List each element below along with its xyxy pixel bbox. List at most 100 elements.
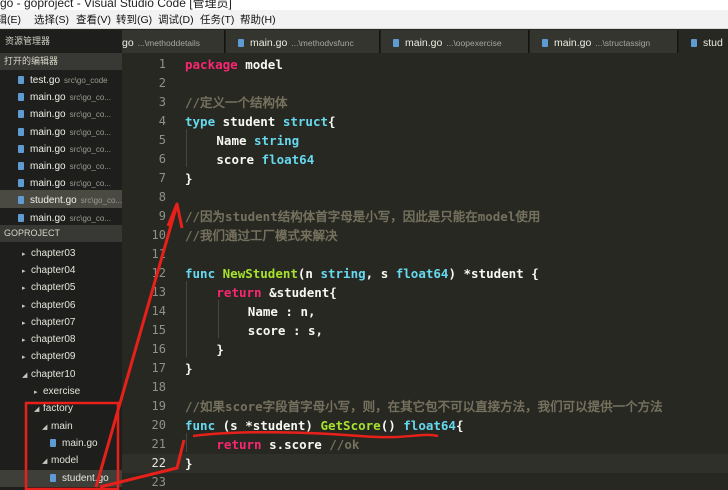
line-number: 12 xyxy=(151,266,166,280)
tab-path: ...\methodvsfunc xyxy=(291,38,354,48)
code-line[interactable]: 15 score : s, xyxy=(122,321,728,340)
open-editor-name: main.go xyxy=(30,212,66,224)
menu-bar: 编辑(E) 选择(S) 查看(V) 转到(G) 调试(D) 任务(T) 帮助(H… xyxy=(0,10,728,29)
menu-debug[interactable]: 调试(D) xyxy=(158,12,194,27)
open-editor-name: student.go xyxy=(30,195,77,207)
code-line[interactable]: 13 return &student{ xyxy=(122,283,728,302)
open-editor-item[interactable]: main.go src\go_co... xyxy=(0,122,122,139)
go-file-icon xyxy=(542,39,548,47)
menu-goto[interactable]: 转到(G) xyxy=(116,12,152,27)
code-line[interactable]: 7} xyxy=(122,169,728,188)
code-line[interactable]: 10 //我们通过工厂模式来解决 xyxy=(122,226,728,245)
window-title: go - goproject - Visual Studio Code [管理员… xyxy=(0,0,232,10)
tab-name: stud xyxy=(703,37,723,49)
tab-name: main.go xyxy=(554,37,592,49)
code-text: //如果score字段首字母小写，则，在其它包不可以直接方法，我们可以提供一个方… xyxy=(185,399,663,414)
go-file-icon xyxy=(18,127,24,136)
menu-edit[interactable]: 编辑(E) xyxy=(0,12,21,27)
code-line[interactable]: 2 xyxy=(122,74,728,93)
tree-label: factory xyxy=(43,403,74,415)
code-text: score : s, xyxy=(247,323,324,338)
open-editor-item[interactable]: main.go src\go_co... xyxy=(0,104,122,121)
code-line[interactable]: 21 return s.score //ok xyxy=(122,435,728,454)
open-editor-item[interactable]: main.go src\go_co... xyxy=(0,173,122,190)
code-line[interactable]: 23 xyxy=(122,473,728,490)
open-editor-item[interactable]: main.go src\go_co... xyxy=(0,139,122,156)
tree-file-active[interactable]: student.go xyxy=(0,469,122,487)
code-line[interactable]: 11 xyxy=(122,245,728,264)
line-number: 6 xyxy=(158,152,166,166)
open-editor-path: src\go_co... xyxy=(69,179,111,189)
tree-folder[interactable]: ▸ chapter09 xyxy=(0,348,122,365)
open-editor-name: main.go xyxy=(30,178,66,190)
code-line[interactable]: 5 Name string xyxy=(122,131,728,150)
code-line[interactable]: 19 //如果score字段首字母小写，则，在其它包不可以直接方法，我们可以提供一… xyxy=(122,397,728,416)
code-line[interactable]: 16} xyxy=(122,340,728,359)
tree-folder-expanded[interactable]: ◢ factory xyxy=(0,400,122,417)
code-text: //定义一个结构体 xyxy=(185,95,288,110)
tree-label: exercise xyxy=(43,386,81,398)
go-file-icon xyxy=(18,93,24,102)
go-file-icon xyxy=(18,144,24,153)
menu-help[interactable]: 帮助(H) xyxy=(240,12,276,27)
tab-methoddetails[interactable]: go ...\methoddetails xyxy=(122,30,225,53)
tree-label: chapter04 xyxy=(31,264,76,276)
code-text: } xyxy=(185,361,193,376)
menu-selection[interactable]: 选择(S) xyxy=(34,12,69,27)
tab-path: ...\methoddetails xyxy=(137,38,201,48)
code-editor[interactable]: 1 package model 2 3//定义一个结构体 4 type student s… xyxy=(122,53,728,490)
chevron-right-icon: ▸ xyxy=(22,337,26,345)
open-editor-item-active[interactable]: student.go src\go_co... xyxy=(0,190,122,208)
menu-tasks[interactable]: 任务(T) xyxy=(200,12,234,27)
tree-folder[interactable]: ▸ chapter07 xyxy=(0,314,122,331)
code-line[interactable]: 20 func (s *student) GetScore() float64{ xyxy=(122,416,728,435)
chevron-right-icon: ▸ xyxy=(22,267,26,275)
code-line[interactable]: 12 func NewStudent(n string, s float64) *… xyxy=(122,264,728,283)
open-editor-item[interactable]: main.go src\go_co... xyxy=(0,208,122,225)
tree-folder-expanded[interactable]: ◢ model xyxy=(0,452,122,469)
chevron-right-icon: ▸ xyxy=(22,319,26,327)
code-line[interactable]: 1 package model xyxy=(122,55,728,74)
tree-folder[interactable]: ▸ chapter08 xyxy=(0,331,122,348)
tree-folder[interactable]: ▸ chapter05 xyxy=(0,279,122,296)
line-number: 17 xyxy=(151,361,166,375)
line-number: 22 xyxy=(151,456,166,470)
code-line[interactable]: 4 type student struct{ xyxy=(122,112,728,131)
code-text: } xyxy=(185,456,193,471)
tab-methodvsfunc[interactable]: main.go ...\methodvsfunc xyxy=(226,30,380,53)
tree-folder[interactable]: ▸ chapter04 xyxy=(0,262,122,279)
go-file-icon xyxy=(18,76,24,84)
open-editor-item[interactable]: main.go src\go_co... xyxy=(0,87,122,104)
tree-label: chapter07 xyxy=(31,316,76,328)
code-line[interactable]: 14 Name : n, xyxy=(122,302,728,321)
code-line[interactable]: 17} xyxy=(122,359,728,378)
code-line[interactable]: 22} xyxy=(122,454,728,473)
code-line[interactable]: 6 score float64 xyxy=(122,150,728,169)
tree-folder[interactable]: ▸ exercise xyxy=(0,383,122,400)
project-header[interactable]: GOPROJECT xyxy=(0,224,122,242)
code-line[interactable]: 3 //定义一个结构体 xyxy=(122,93,728,112)
tree-label: chapter10 xyxy=(31,368,76,380)
code-line[interactable]: 18 xyxy=(122,378,728,397)
tree-folder-expanded[interactable]: ◢ main xyxy=(0,418,122,435)
menu-view[interactable]: 查看(V) xyxy=(76,12,111,27)
code-line[interactable]: 9 //因为student结构体首字母是小写，因此是只能在model使用 xyxy=(122,207,728,226)
go-file-icon xyxy=(18,110,24,119)
tree-label: chapter05 xyxy=(31,282,76,294)
code-text: package model xyxy=(185,57,283,72)
open-editor-item[interactable]: test.go src\go_code xyxy=(0,70,122,87)
tree-folder[interactable]: ▸ chapter06 xyxy=(0,297,122,314)
open-editors-header[interactable]: 打开的编辑器 xyxy=(0,53,122,70)
open-editor-item[interactable]: main.go src\go_co... xyxy=(0,156,122,173)
tab-oopexercise[interactable]: main.go ...\oopexercise xyxy=(381,30,529,53)
chevron-right-icon: ▸ xyxy=(22,302,26,310)
file-tree: ▸ chapter03 ▸ chapter04 ▸ chapter05 ▸ chapte… xyxy=(0,242,122,487)
tree-file[interactable]: main.go xyxy=(0,435,122,452)
tree-folder[interactable]: ▸ chapter03 xyxy=(0,245,122,262)
tab-student[interactable]: stud xyxy=(679,30,728,53)
editor-tabs: go ...\methoddetails main.go ...\methodvsf… xyxy=(122,30,728,53)
tab-structassign[interactable]: main.go ...\structassign xyxy=(530,30,678,53)
code-line[interactable]: 8 xyxy=(122,188,728,207)
tree-folder-expanded[interactable]: ◢ chapter10 xyxy=(0,366,122,383)
line-number: 14 xyxy=(151,304,166,318)
